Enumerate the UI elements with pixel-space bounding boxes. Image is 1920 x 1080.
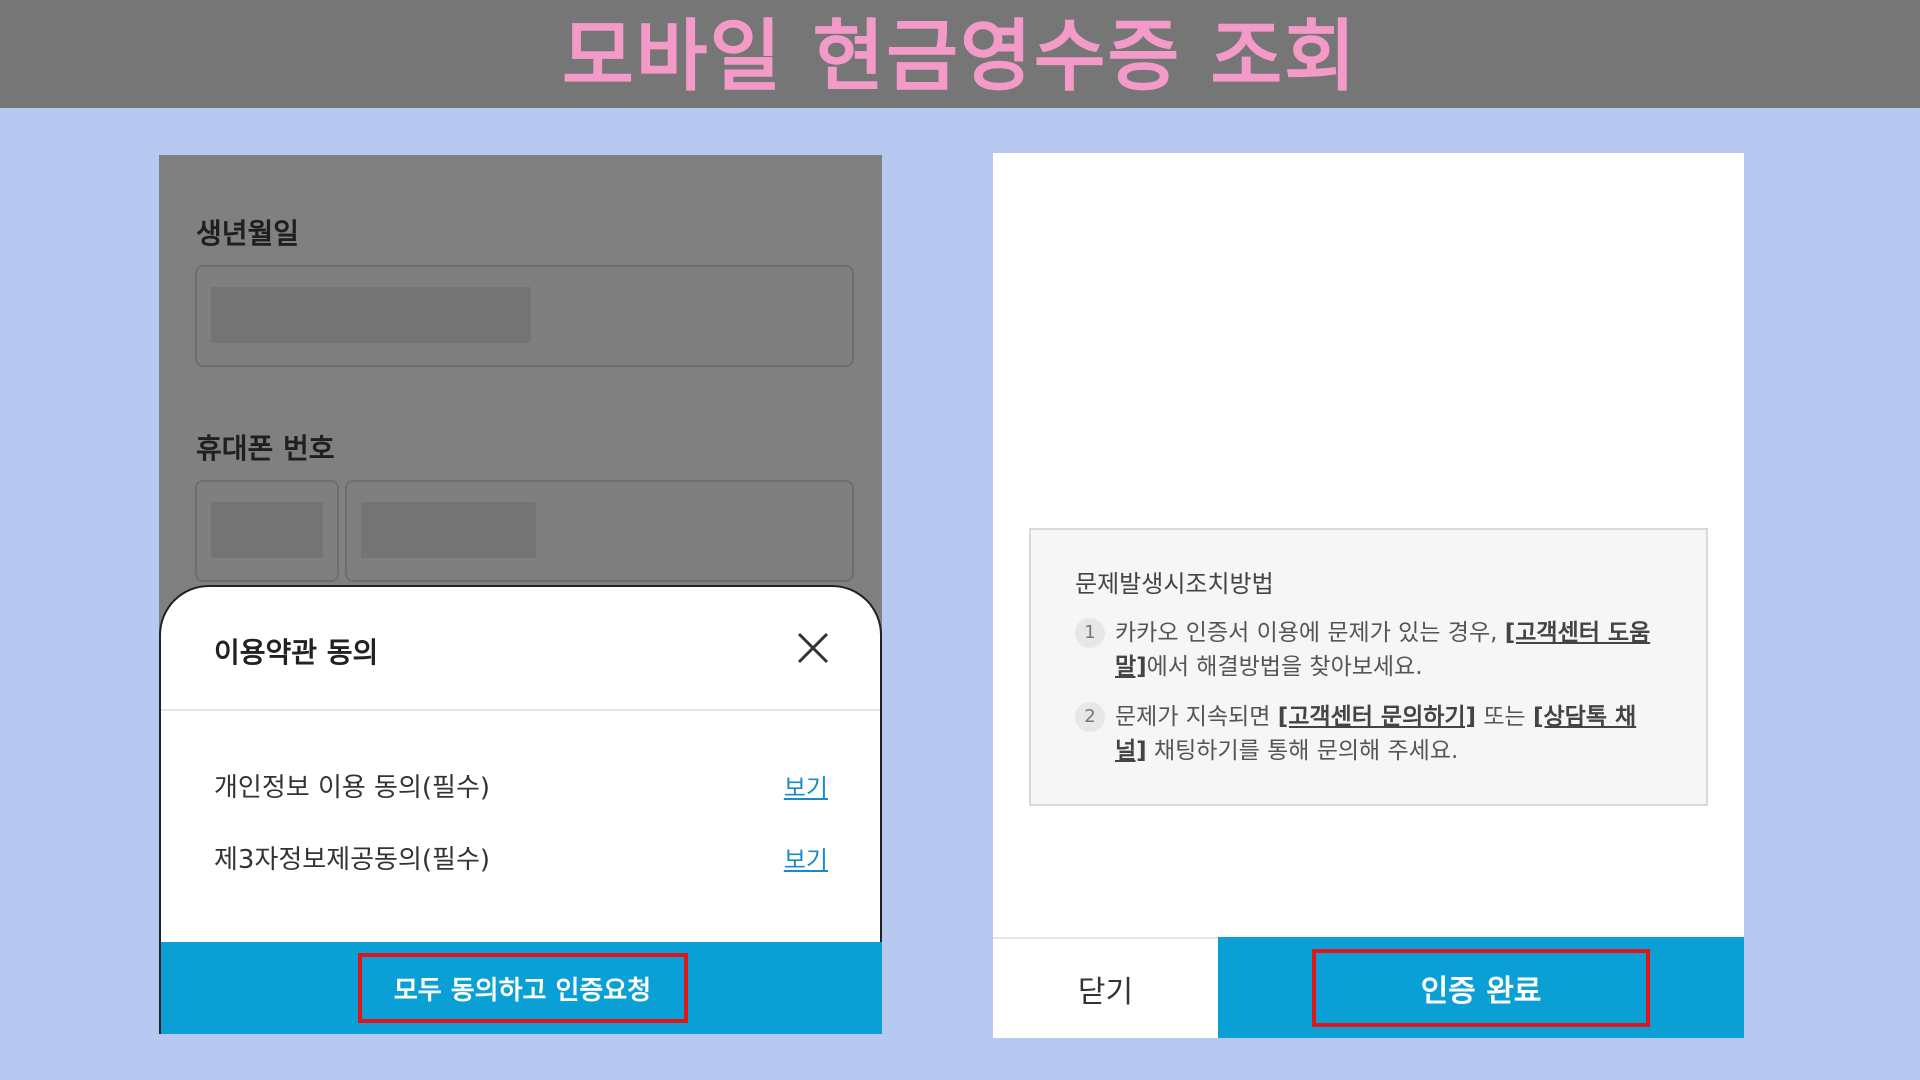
- divider: [161, 709, 880, 711]
- view-link[interactable]: 보기: [784, 768, 828, 803]
- birthdate-field[interactable]: [195, 265, 854, 367]
- help-text: 문제가 지속되면 [고객센터 문의하기] 또는 [상담톡 채널] 채팅하기를 통…: [1115, 700, 1666, 768]
- help-text-part: 채팅하기를 통해 문의해 주세요.: [1146, 738, 1459, 764]
- help-item-2: 2 문제가 지속되면 [고객센터 문의하기] 또는 [상담톡 채널] 채팅하기를…: [1075, 700, 1666, 768]
- phone-number-field[interactable]: [345, 480, 854, 582]
- view-link[interactable]: 보기: [784, 840, 828, 875]
- terms-bottom-sheet: 이용약관 동의 개인정보 이용 동의(필수) 보기 제3자정보제공동의(필수) …: [159, 585, 882, 1034]
- sheet-title: 이용약관 동의: [214, 636, 379, 669]
- birthdate-label: 생년월일: [196, 217, 300, 250]
- number-badge: 1: [1075, 618, 1105, 648]
- agree-all-request-button[interactable]: 모두 동의하고 인증요청: [357, 953, 688, 1023]
- help-text-part: 카카오 인증서 이용에 문제가 있는 경우,: [1115, 620, 1505, 646]
- verification-panel: 문제발생시조치방법 1 카카오 인증서 이용에 문제가 있는 경우, [고객센터…: [993, 153, 1744, 1038]
- banner-title: 모바일 현금영수증 조회: [562, 12, 1358, 102]
- banner: 모바일 현금영수증 조회: [0, 0, 1920, 108]
- help-item-1: 1 카카오 인증서 이용에 문제가 있는 경우, [고객센터 도움말]에서 해결…: [1075, 616, 1666, 684]
- help-text-part: 문제가 지속되면: [1115, 704, 1278, 730]
- masked-value: [211, 287, 531, 343]
- confirm-bar: 인증 완료: [1218, 937, 1744, 1038]
- agree-item-third-party: 제3자정보제공동의(필수) 보기: [214, 839, 828, 876]
- phone-prefix-field[interactable]: [195, 480, 339, 582]
- close-icon[interactable]: [796, 631, 830, 665]
- agree-item-privacy: 개인정보 이용 동의(필수) 보기: [214, 767, 828, 804]
- agree-item-label: 제3자정보제공동의(필수): [214, 845, 491, 875]
- number-badge: 2: [1075, 702, 1105, 732]
- agree-item-label: 개인정보 이용 동의(필수): [214, 773, 491, 803]
- terms-phone-panel: 생년월일 휴대폰 번호 이용약관 동의 개인정보 이용 동의(필수) 보기 제3…: [159, 155, 882, 1034]
- help-text-part: 또는: [1476, 704, 1534, 730]
- close-button[interactable]: 닫기: [993, 939, 1218, 1038]
- help-title: 문제발생시조치방법: [1075, 570, 1274, 598]
- phone-label: 휴대폰 번호: [196, 432, 335, 465]
- bottom-bar: 닫기 인증 완료: [993, 937, 1744, 1038]
- masked-value: [361, 502, 536, 558]
- help-text-part: 에서 해결방법을 찾아보세요.: [1146, 654, 1423, 680]
- masked-value: [211, 502, 323, 558]
- inquiry-link[interactable]: [고객센터 문의하기]: [1278, 704, 1476, 730]
- help-box: 문제발생시조치방법 1 카카오 인증서 이용에 문제가 있는 경우, [고객센터…: [1029, 528, 1708, 806]
- cta-bar: 모두 동의하고 인증요청: [161, 942, 882, 1034]
- verification-complete-button[interactable]: 인증 완료: [1312, 948, 1650, 1027]
- help-text: 카카오 인증서 이용에 문제가 있는 경우, [고객센터 도움말]에서 해결방법…: [1115, 616, 1666, 684]
